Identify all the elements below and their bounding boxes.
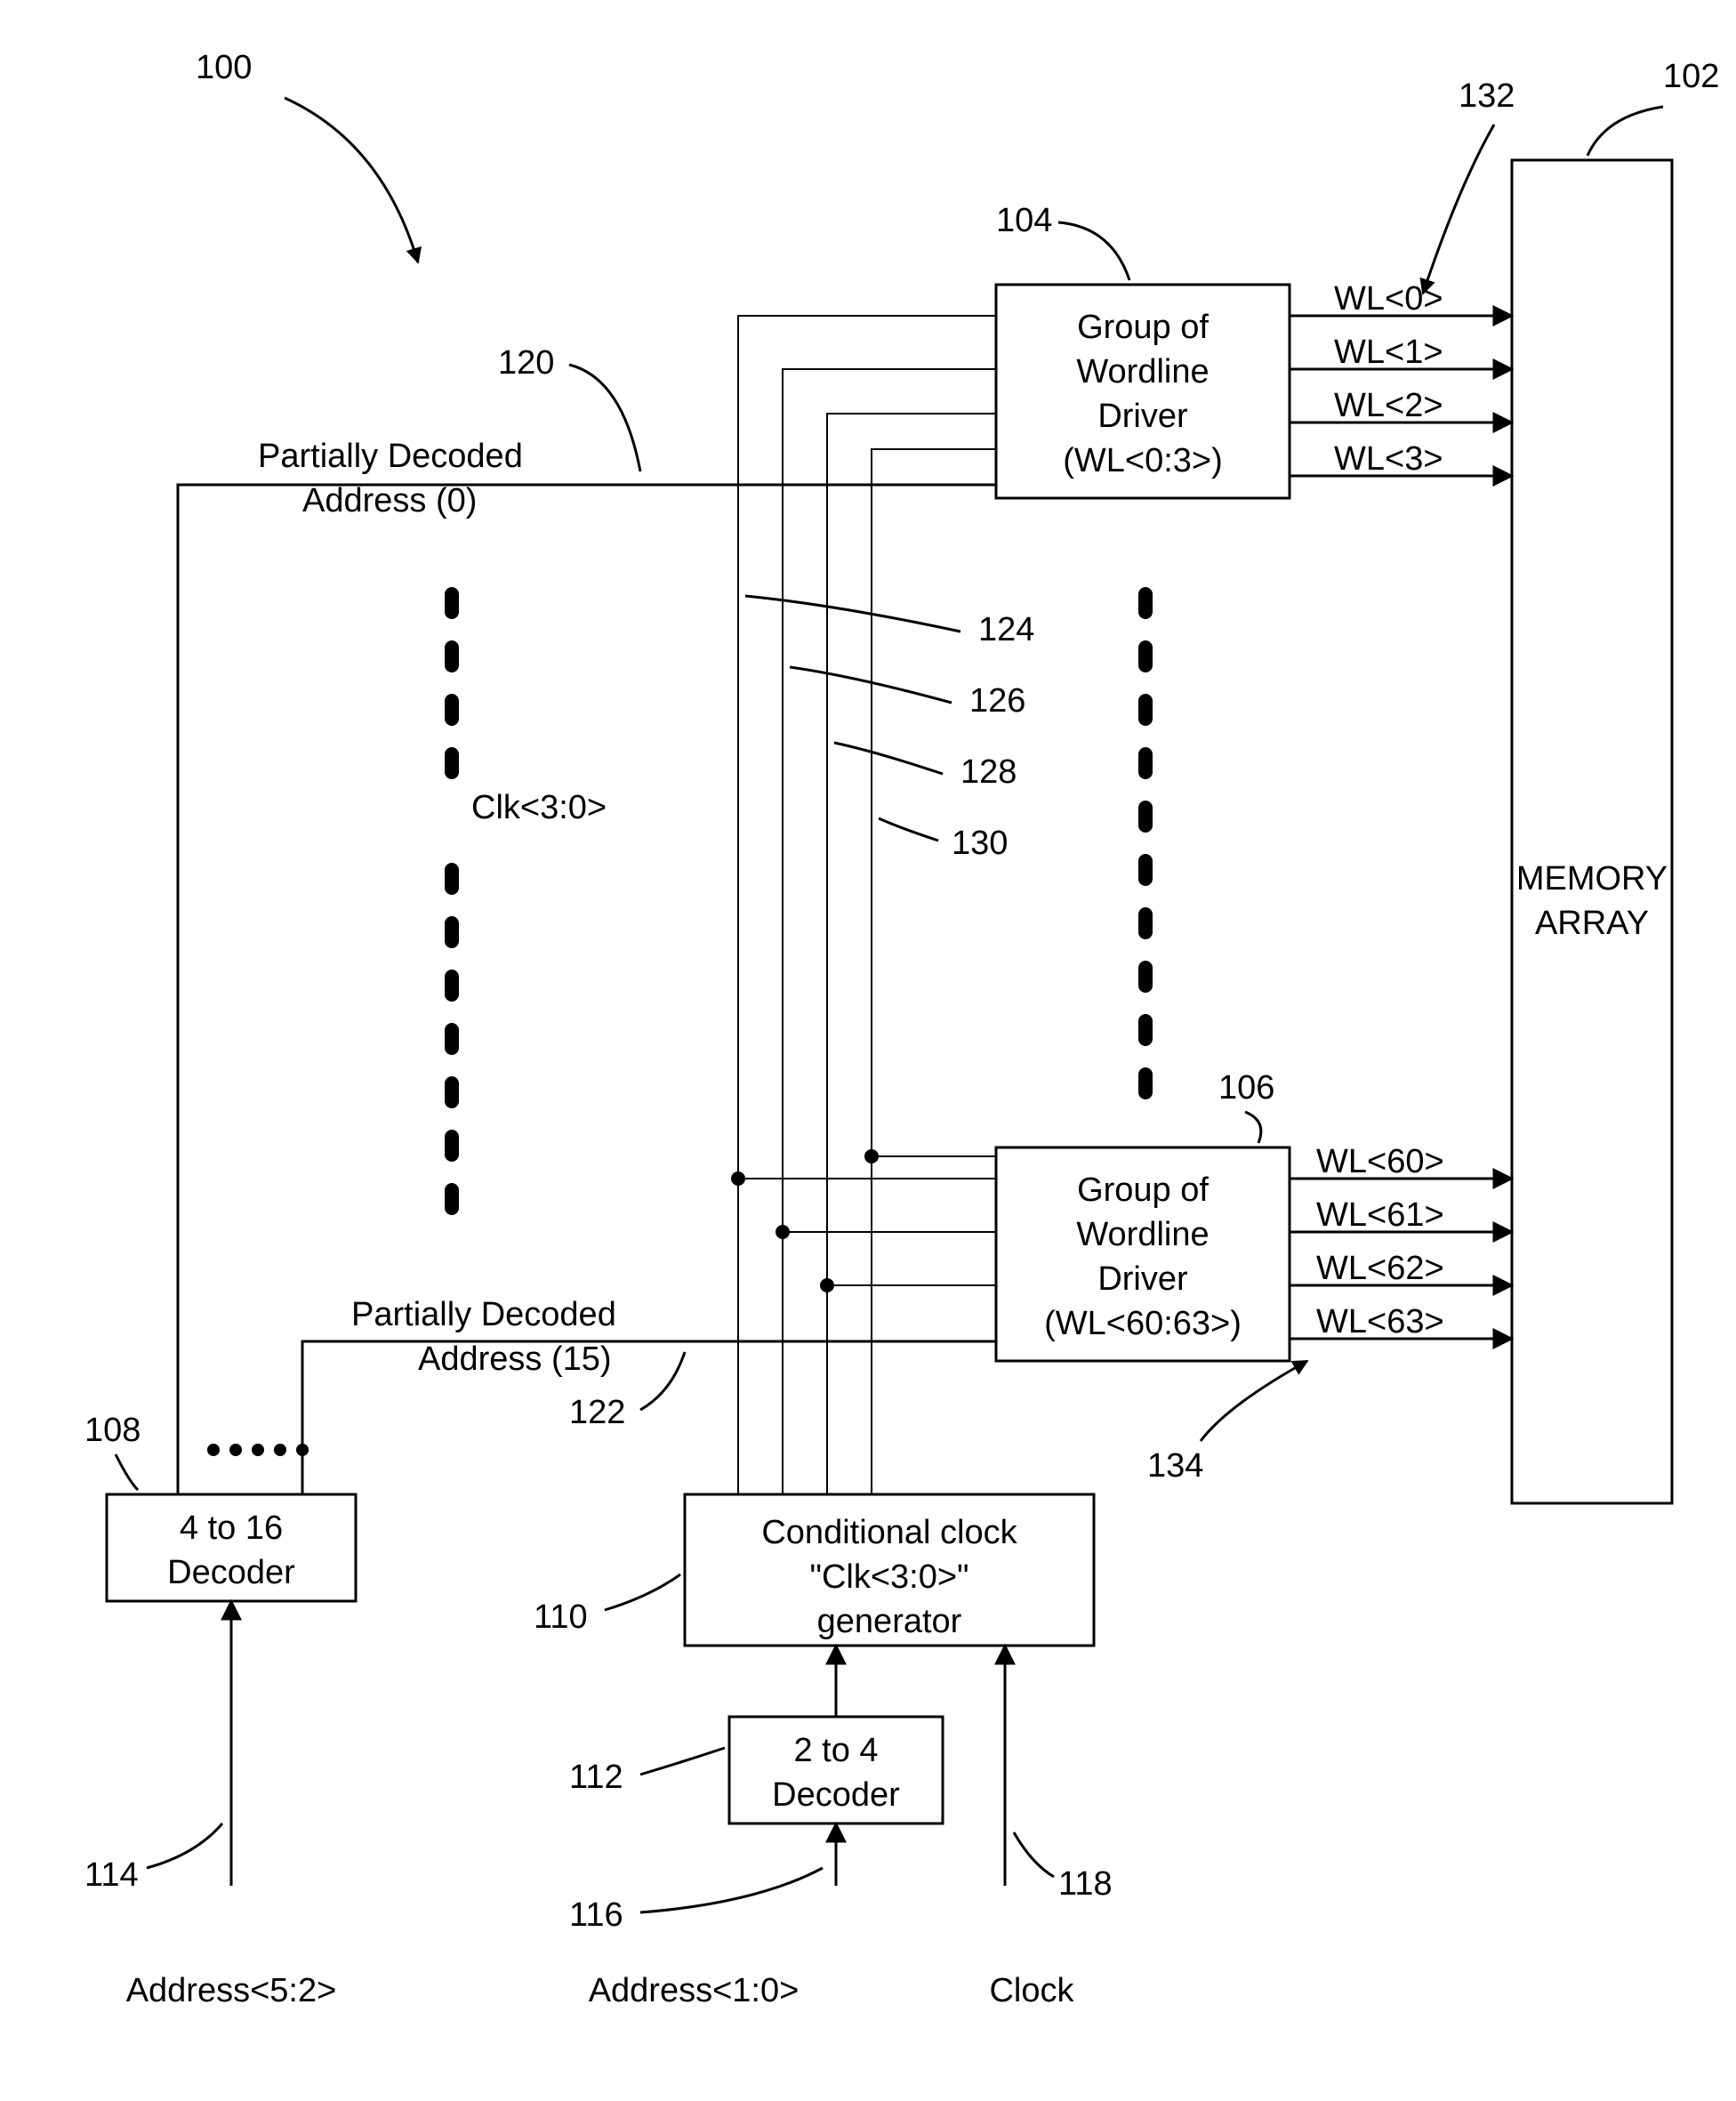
decoder24-l2: Decoder xyxy=(772,1776,900,1814)
ref-106: 106 xyxy=(1218,1069,1274,1107)
ref-100: 100 xyxy=(196,49,252,86)
clock-label: Clock xyxy=(989,1972,1074,2009)
ref-132-arrow xyxy=(1423,125,1494,294)
ref-124: 124 xyxy=(978,611,1034,648)
ref-114-arrow xyxy=(147,1823,222,1868)
wl-top-l3: Driver xyxy=(1097,398,1188,435)
pda0-l2: Address (0) xyxy=(302,482,477,519)
decoder-out-dots xyxy=(207,1444,309,1456)
clk30-label: Clk<3:0> xyxy=(471,789,607,826)
ref-130-arrow xyxy=(879,818,938,841)
ref-134: 134 xyxy=(1147,1447,1203,1485)
ref-126: 126 xyxy=(969,682,1025,720)
pda15-wire xyxy=(302,1341,996,1494)
vdots-left xyxy=(445,587,459,1215)
wl-bot-l2: Wordline xyxy=(1076,1216,1209,1253)
wl63-label: WL<63> xyxy=(1316,1303,1444,1340)
ref-102: 102 xyxy=(1663,58,1719,95)
ref-130: 130 xyxy=(952,825,1008,862)
wl-top-l2: Wordline xyxy=(1076,353,1209,390)
addr52-label: Address<5:2> xyxy=(126,1972,337,2009)
ref-114: 114 xyxy=(84,1856,139,1894)
wl2-label: WL<2> xyxy=(1334,387,1443,424)
addr10-label: Address<1:0> xyxy=(589,1972,800,2009)
ref-112: 112 xyxy=(569,1759,623,1796)
decoder416-l1: 4 to 16 xyxy=(180,1509,283,1547)
wl60-label: WL<60> xyxy=(1316,1143,1444,1180)
ref-100-arrow xyxy=(285,98,418,262)
ref-116: 116 xyxy=(569,1896,623,1934)
ref-122: 122 xyxy=(569,1394,625,1431)
wl-top-l1: Group of xyxy=(1077,309,1209,346)
ref-134-arrow xyxy=(1201,1361,1307,1441)
decoder416-l2: Decoder xyxy=(167,1554,295,1591)
ref-120: 120 xyxy=(498,344,554,382)
clkgen-l1: Conditional clock xyxy=(761,1514,1017,1551)
clk-wire-124 xyxy=(738,316,996,1494)
dot-126 xyxy=(776,1225,790,1239)
clk-wire-128 xyxy=(827,414,996,1494)
dot-124 xyxy=(731,1171,745,1186)
ref-128: 128 xyxy=(960,753,1017,791)
wl-top-l4: (WL<0:3>) xyxy=(1063,442,1223,479)
ref-128-arrow xyxy=(834,743,943,774)
ref-104-arrow xyxy=(1058,222,1129,280)
wl62-label: WL<62> xyxy=(1316,1250,1444,1287)
ref-104: 104 xyxy=(996,202,1052,239)
clk-wire-126 xyxy=(783,369,996,1494)
clkgen-l2: "Clk<3:0>" xyxy=(809,1558,968,1596)
clkgen-l3: generator xyxy=(817,1603,962,1640)
dot-128 xyxy=(820,1278,834,1292)
ref-106-arrow xyxy=(1245,1112,1261,1143)
ref-124-arrow xyxy=(745,596,960,632)
vdots-right xyxy=(1138,587,1153,1099)
pda15-l1: Partially Decoded xyxy=(351,1296,616,1333)
ref-118-arrow xyxy=(1014,1832,1054,1877)
ref-112-arrow xyxy=(640,1748,725,1775)
wl-bot-l4: (WL<60:63>) xyxy=(1044,1305,1242,1342)
wl-bot-l3: Driver xyxy=(1097,1260,1188,1298)
ref-110: 110 xyxy=(534,1598,588,1636)
wl3-label: WL<3> xyxy=(1334,440,1443,478)
ref-122-arrow xyxy=(640,1352,685,1410)
ref-132: 132 xyxy=(1459,77,1515,115)
wl1-label: WL<1> xyxy=(1334,334,1443,371)
decoder24-l1: 2 to 4 xyxy=(793,1732,878,1769)
ref-108-arrow xyxy=(116,1454,138,1490)
memory-array-label-1: MEMORY xyxy=(1516,860,1668,898)
wl-bot-l1: Group of xyxy=(1077,1171,1209,1209)
ref-118: 118 xyxy=(1058,1865,1113,1903)
ref-102-arrow xyxy=(1587,107,1663,156)
ref-116-arrow xyxy=(640,1868,823,1912)
memory-array-label-2: ARRAY xyxy=(1535,905,1649,942)
pda0-l1: Partially Decoded xyxy=(258,438,523,475)
ref-120-arrow xyxy=(569,365,640,471)
dot-130 xyxy=(864,1149,879,1163)
ref-110-arrow xyxy=(605,1574,680,1610)
clk-wire-130 xyxy=(872,449,996,1494)
memory-array-box xyxy=(1512,160,1672,1503)
pda15-l2: Address (15) xyxy=(418,1340,612,1378)
wl61-label: WL<61> xyxy=(1316,1196,1444,1234)
ref-108: 108 xyxy=(84,1412,141,1449)
